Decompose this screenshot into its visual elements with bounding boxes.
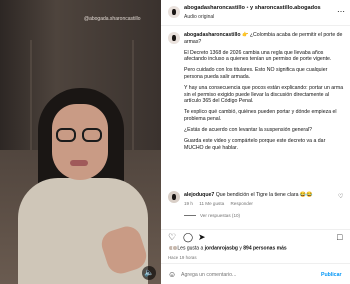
author-username[interactable]: abogadasharoncastillo: [184, 5, 245, 11]
comment-meta: 19 h 11 Me gusta Responder: [184, 201, 258, 206]
comment-input[interactable]: [181, 270, 311, 280]
likes-count[interactable]: 894 personas más: [243, 245, 286, 251]
comment-body: Que bendición el Tigre la tiene clara 😂😂: [215, 192, 313, 198]
wall-panel: [30, 40, 32, 150]
liker-username[interactable]: jordanrojasbg: [205, 245, 238, 251]
share-icon[interactable]: ➤: [198, 233, 206, 242]
wall-panel: [132, 40, 134, 150]
post-details: abogadasharoncastillo • y sharoncastillo…: [161, 0, 350, 284]
post-time: Hace 19 horas: [168, 255, 197, 260]
comment-item: alejoduque7 Que bendición el Tigre la ti…: [161, 189, 350, 215]
author-line: abogadasharoncastillo • y sharoncastillo…: [184, 5, 321, 11]
caption-paragraph: Y hay una consecuencia que pocos están e…: [184, 85, 344, 105]
caption: abogadasharoncastillo 👉 ¿Colombia acaba …: [161, 27, 350, 197]
likes-prefix: Les gusta a: [177, 245, 205, 252]
glasses: [82, 128, 102, 142]
heart-icon[interactable]: ♡: [168, 233, 176, 242]
emoji-icon[interactable]: ☺: [168, 270, 176, 279]
collaborator-username[interactable]: y sharoncastillo.abogados: [250, 5, 321, 11]
comment-time: 19 h: [184, 201, 193, 206]
video-watermark: @abogada.sharoncastillo: [84, 16, 141, 22]
separator: •: [246, 5, 249, 11]
caption-paragraph: abogadasharoncastillo 👉 ¿Colombia acaba …: [184, 32, 343, 45]
add-comment-bar: ☺ Publicar: [161, 263, 350, 284]
comment-likes[interactable]: 11 Me gusta: [199, 201, 224, 206]
glasses: [56, 128, 76, 142]
caption-avatar[interactable]: [168, 32, 180, 44]
speaker-mouth: [70, 160, 88, 166]
caption-username[interactable]: abogadasharoncastillo: [184, 32, 241, 38]
mute-icon[interactable]: 🔈: [142, 266, 156, 280]
view-replies-link[interactable]: Ver respuestas (10): [184, 213, 240, 218]
caption-paragraph: El Decreto 1368 de 2026 cambia una regla…: [184, 49, 332, 63]
action-bar: ♡ ◯ ➤ □: [161, 229, 350, 243]
more-options-icon[interactable]: ⋯: [337, 7, 345, 16]
likes-summary[interactable]: Les gusta a jordanrojasbg y 894 personas…: [168, 245, 287, 253]
caption-body: abogadasharoncastillo 👉 ¿Colombia acaba …: [184, 32, 344, 156]
reel-video[interactable]: @abogada.sharoncastillo 🔈: [0, 0, 161, 284]
comment-icon[interactable]: ◯: [183, 233, 193, 242]
author-avatar[interactable]: [168, 6, 180, 18]
caption-paragraph: Guarda este video y compártelo porque es…: [184, 138, 326, 151]
reply-button[interactable]: Responder: [230, 201, 252, 206]
post-header: abogadasharoncastillo • y sharoncastillo…: [161, 0, 350, 26]
speaker-face: [52, 104, 108, 180]
comment-heart-icon[interactable]: ♡: [338, 193, 343, 200]
caption-paragraph: ¿Estás de acuerdo con levantar la suspen…: [184, 127, 313, 134]
audio-label[interactable]: Audio original: [184, 14, 214, 20]
commenter-username[interactable]: alejoduque7: [184, 192, 214, 198]
caption-paragraph: Te explico qué cambió, quiénes pueden po…: [184, 109, 337, 122]
commenter-avatar[interactable]: [168, 191, 180, 203]
caption-paragraph: Pero cuidado con los titulares. Esto NO …: [184, 67, 328, 80]
publish-button[interactable]: Publicar: [321, 272, 341, 278]
bookmark-icon[interactable]: □: [337, 233, 342, 242]
comment-text: alejoduque7 Que bendición el Tigre la ti…: [184, 192, 334, 198]
